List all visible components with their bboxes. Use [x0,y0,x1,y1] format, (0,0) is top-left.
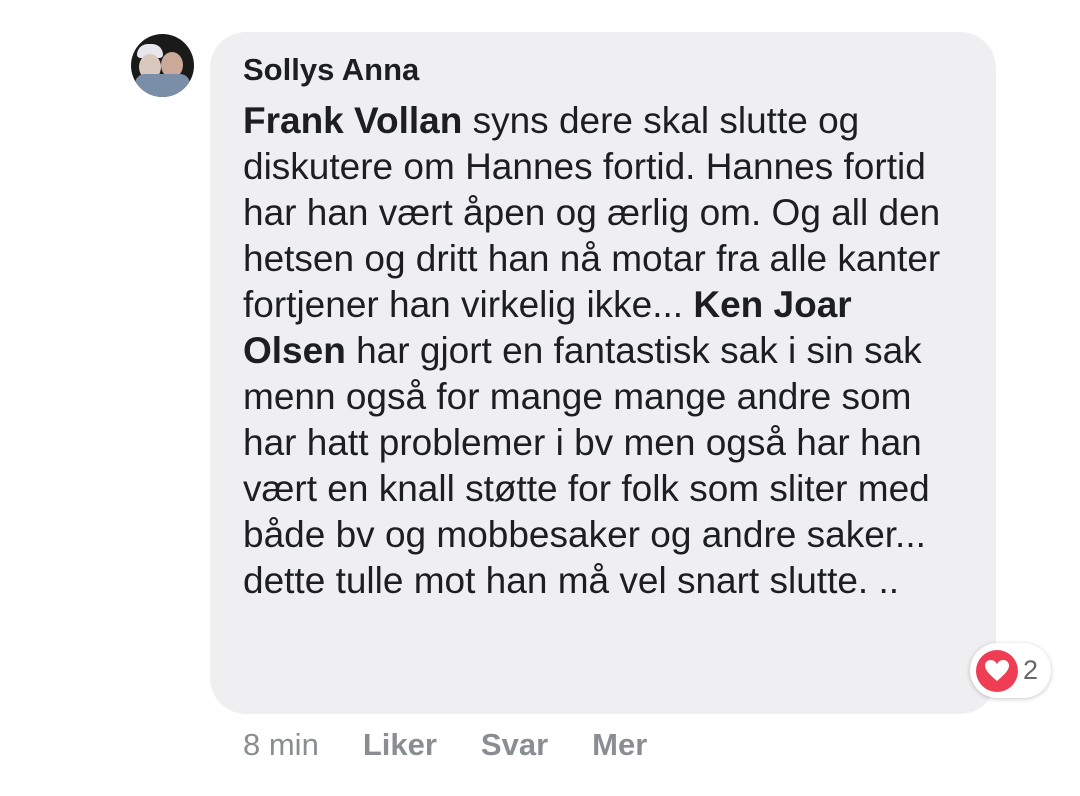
avatar-clothing-shape [135,74,190,97]
reaction-badge[interactable]: 2 [970,643,1051,698]
reaction-count: 2 [1023,655,1039,685]
comment-bubble: Sollys Anna Frank Vollan syns dere skal … [210,32,996,714]
mention-link[interactable]: Frank Vollan [243,100,462,141]
comment-text-segment: har gjort en fantastisk sak i sin sak me… [243,330,930,601]
comment-author[interactable]: Sollys Anna [243,52,419,88]
like-button[interactable]: Liker [363,727,437,767]
comment: Sollys Anna Frank Vollan syns dere skal … [0,0,1080,796]
comment-actions: 8 min Liker Svar Mer [243,727,691,767]
comment-timestamp[interactable]: 8 min [243,727,319,767]
reply-button[interactable]: Svar [481,727,548,767]
heart-icon [976,650,1018,692]
comment-text: Frank Vollan syns dere skal slutte og di… [243,98,963,604]
avatar[interactable] [131,34,194,97]
more-button[interactable]: Mer [592,727,647,767]
